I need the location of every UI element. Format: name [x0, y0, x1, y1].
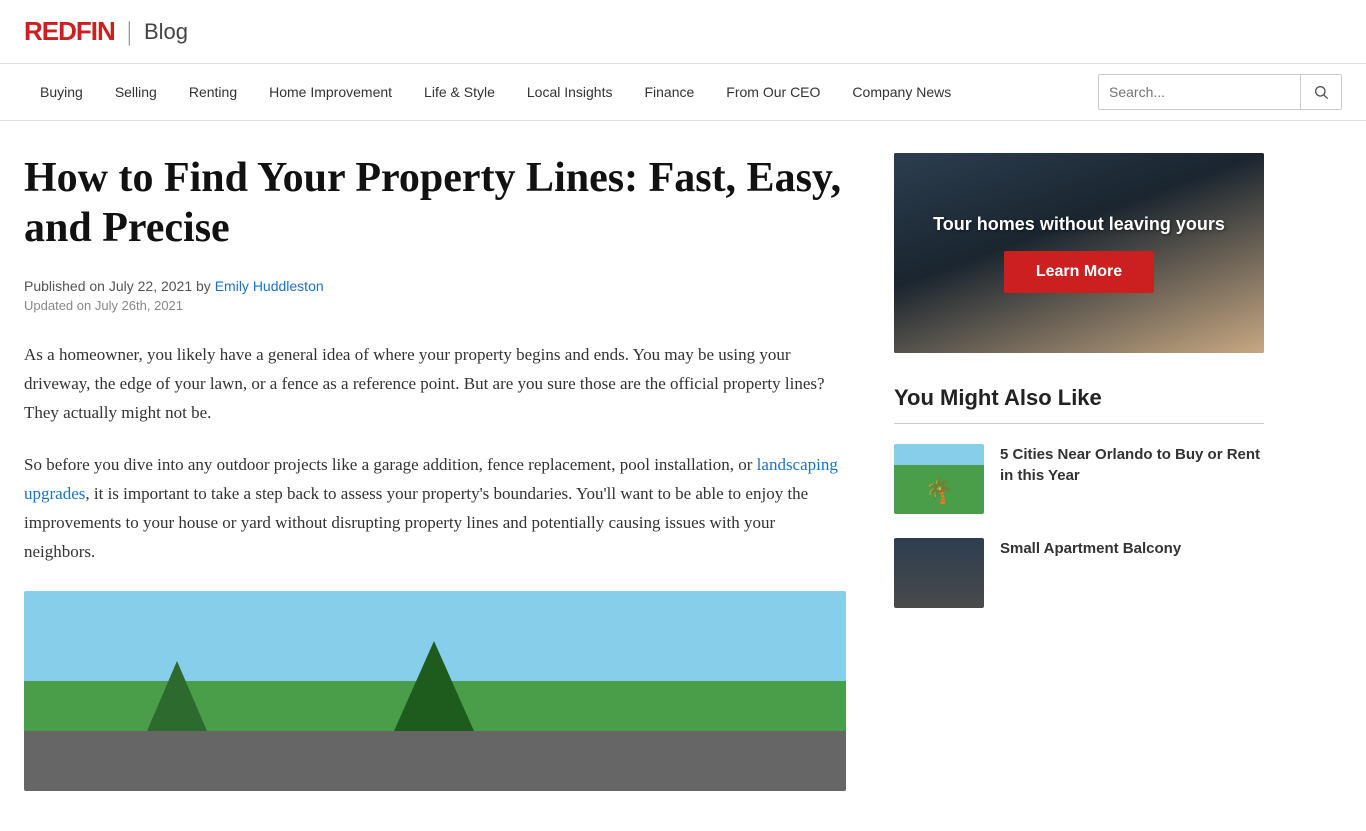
search-icon [1313, 84, 1329, 100]
main-nav: Buying Selling Renting Home Improvement … [0, 64, 1366, 121]
related-item-1[interactable]: Small Apartment Balcony [894, 538, 1264, 608]
nav-item-selling[interactable]: Selling [99, 64, 173, 120]
article-image-placeholder [24, 591, 846, 791]
nav-link-selling[interactable]: Selling [99, 64, 173, 120]
related-thumb-1 [894, 538, 984, 608]
nav-item-renting[interactable]: Renting [173, 64, 253, 120]
related-thumb-orlando-image [894, 444, 984, 514]
nav-item-life-style[interactable]: Life & Style [408, 64, 511, 120]
ad-banner: Tour homes without leaving yours Learn M… [894, 153, 1264, 353]
ad-banner-text: Tour homes without leaving yours [933, 214, 1225, 235]
article-p2-after-link: , it is important to take a step back to… [24, 484, 808, 561]
search-button[interactable] [1300, 75, 1341, 109]
related-item-0[interactable]: 5 Cities Near Orlando to Buy or Rent in … [894, 444, 1264, 514]
nav-item-finance[interactable]: Finance [628, 64, 710, 120]
related-section: You Might Also Like 5 Cities Near Orland… [894, 385, 1264, 608]
logo-redfin: REDFIN [24, 16, 115, 47]
article-body: As a homeowner, you likely have a genera… [24, 341, 846, 567]
article-main: How to Find Your Property Lines: Fast, E… [24, 153, 894, 791]
article-p2-before-link: So before you dive into any outdoor proj… [24, 455, 757, 474]
related-item-title-0: 5 Cities Near Orlando to Buy or Rent in … [1000, 444, 1264, 486]
nav-item-buying[interactable]: Buying [24, 64, 99, 120]
site-header: REDFIN | Blog [0, 0, 1366, 64]
nav-links: Buying Selling Renting Home Improvement … [24, 64, 967, 120]
article-meta: Published on July 22, 2021 by Emily Hudd… [24, 278, 846, 294]
article-paragraph-2: So before you dive into any outdoor proj… [24, 451, 846, 567]
nav-link-renting[interactable]: Renting [173, 64, 253, 120]
related-item-title-1: Small Apartment Balcony [1000, 538, 1181, 559]
sidebar-divider [894, 423, 1264, 424]
learn-more-button[interactable]: Learn More [1004, 251, 1154, 293]
article-updated: Updated on July 26th, 2021 [24, 298, 846, 313]
nav-link-from-ceo[interactable]: From Our CEO [710, 64, 836, 120]
nav-item-home-improvement[interactable]: Home Improvement [253, 64, 408, 120]
nav-item-local-insights[interactable]: Local Insights [511, 64, 629, 120]
related-thumb-balcony-image [894, 538, 984, 608]
nav-link-home-improvement[interactable]: Home Improvement [253, 64, 408, 120]
related-thumb-0 [894, 444, 984, 514]
nav-link-buying[interactable]: Buying [24, 64, 99, 120]
search-input[interactable] [1099, 84, 1300, 100]
ad-banner-content: Tour homes without leaving yours Learn M… [933, 214, 1225, 293]
nav-link-company-news[interactable]: Company News [836, 64, 967, 120]
logo-divider: | [127, 17, 132, 47]
nav-link-life-style[interactable]: Life & Style [408, 64, 511, 120]
related-section-title: You Might Also Like [894, 385, 1264, 411]
sidebar: Tour homes without leaving yours Learn M… [894, 153, 1264, 791]
published-date: Published on July 22, 2021 by [24, 278, 211, 294]
logo[interactable]: REDFIN | Blog [24, 16, 188, 47]
logo-blog: Blog [144, 19, 188, 45]
search-form [1098, 74, 1342, 110]
nav-item-company-news[interactable]: Company News [836, 64, 967, 120]
page-container: How to Find Your Property Lines: Fast, E… [0, 121, 1366, 831]
nav-item-from-ceo[interactable]: From Our CEO [710, 64, 836, 120]
article-image [24, 591, 846, 791]
article-title: How to Find Your Property Lines: Fast, E… [24, 153, 846, 254]
nav-link-finance[interactable]: Finance [628, 64, 710, 120]
nav-link-local-insights[interactable]: Local Insights [511, 64, 629, 120]
author-link[interactable]: Emily Huddleston [215, 278, 324, 294]
article-paragraph-1: As a homeowner, you likely have a genera… [24, 341, 846, 428]
